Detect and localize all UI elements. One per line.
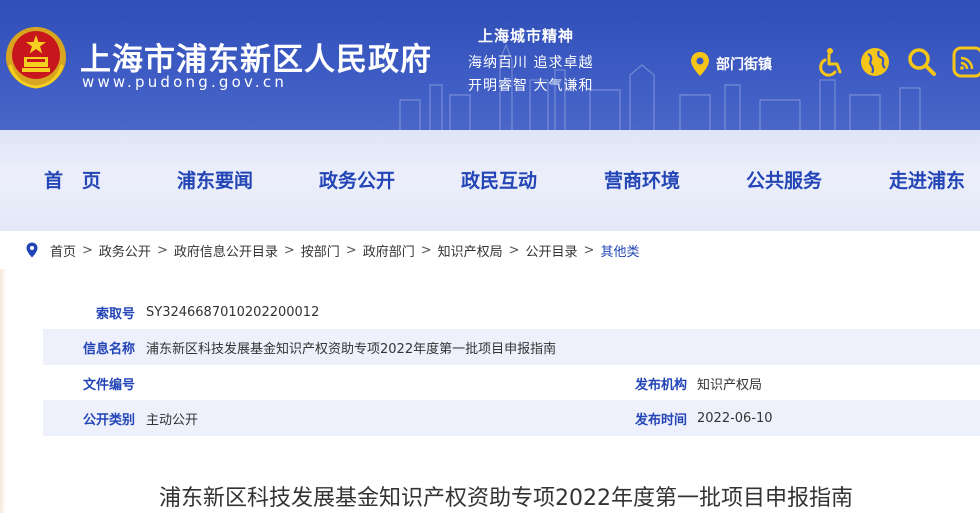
publisher-label: 发布机构 bbox=[634, 377, 687, 393]
info-row-title: 信息名称 浦东新区科技发展基金知识产权资助专项2022年度第一批项目申报指南 bbox=[43, 329, 980, 365]
departments-towns-link[interactable]: 部门街镇 bbox=[690, 49, 772, 79]
info-name-value: 浦东新区科技发展基金知识产权资助专项2022年度第一批项目申报指南 bbox=[146, 341, 557, 357]
breadcrumb-current-other[interactable]: 其他类 bbox=[600, 241, 639, 260]
breadcrumb-public-directory[interactable]: 公开目录 bbox=[526, 241, 578, 260]
breadcrumb-separator: > bbox=[583, 242, 595, 258]
breadcrumb-separator: > bbox=[283, 242, 295, 258]
breadcrumb-home[interactable]: 首页 bbox=[50, 241, 76, 260]
city-spirit-line-1: 海纳百川 追求卓越 bbox=[468, 55, 594, 71]
globe-icon[interactable] bbox=[859, 46, 891, 78]
nav-pudong-news[interactable]: 浦东要闻 bbox=[177, 166, 253, 193]
city-spirit-line-2: 开明睿智 大气谦和 bbox=[468, 78, 594, 94]
breadcrumb-separator: > bbox=[508, 242, 520, 258]
departments-towns-label: 部门街镇 bbox=[716, 57, 772, 73]
breadcrumb-separator: > bbox=[82, 242, 93, 258]
rss-icon[interactable] bbox=[952, 46, 980, 78]
site-header: 上海市浦东新区人民政府 www.pudong.gov.cn 上海城市精神 海纳百… bbox=[0, 0, 980, 130]
category-value: 主动公开 bbox=[146, 412, 199, 428]
breadcrumb-government-affairs[interactable]: 政务公开 bbox=[99, 241, 151, 260]
category-label: 公开类别 bbox=[82, 412, 135, 428]
national-emblem-icon bbox=[6, 27, 66, 89]
nav-home[interactable]: 首 页 bbox=[44, 166, 101, 193]
accessibility-icon[interactable] bbox=[813, 46, 845, 78]
info-name-label: 信息名称 bbox=[82, 341, 135, 357]
breadcrumb-by-department[interactable]: 按部门 bbox=[301, 241, 340, 260]
info-row-category: 公开类别 主动公开 发布时间 2022-06-10 bbox=[43, 400, 980, 436]
search-icon[interactable] bbox=[906, 46, 938, 78]
main-nav: 首 页 浦东要闻 政务公开 政民互动 营商环境 公共服务 走进浦东 bbox=[0, 130, 980, 231]
index-value: SY3246687010202200012 bbox=[146, 304, 320, 320]
city-spirit-title: 上海城市精神 bbox=[478, 27, 575, 45]
index-label: 索取号 bbox=[95, 306, 135, 322]
breadcrumb-separator: > bbox=[345, 242, 357, 258]
article-title: 浦东新区科技发展基金知识产权资助专项2022年度第一批项目申报指南 bbox=[159, 486, 853, 511]
publisher-value: 知识产权局 bbox=[697, 377, 763, 393]
nav-public-services[interactable]: 公共服务 bbox=[746, 166, 822, 193]
nav-about-pudong[interactable]: 走进浦东 bbox=[889, 166, 965, 193]
breadcrumb-ip-bureau[interactable]: 知识产权局 bbox=[438, 241, 503, 260]
info-row-docno: 文件编号 发布机构 知识产权局 bbox=[43, 365, 980, 401]
left-edge-decoration bbox=[0, 269, 6, 513]
nav-government-affairs[interactable]: 政务公开 bbox=[319, 166, 395, 193]
location-pin-icon bbox=[691, 52, 709, 76]
nav-interaction[interactable]: 政民互动 bbox=[461, 166, 537, 193]
nav-business-environment[interactable]: 营商环境 bbox=[604, 166, 680, 193]
publish-date-label: 发布时间 bbox=[634, 412, 687, 428]
location-pin-icon bbox=[26, 242, 38, 258]
breadcrumb-government-departments[interactable]: 政府部门 bbox=[363, 241, 415, 260]
publish-date-value: 2022-06-10 bbox=[697, 410, 773, 426]
breadcrumb-info-directory[interactable]: 政府信息公开目录 bbox=[174, 241, 278, 260]
info-row-index: 索取号 SY3246687010202200012 bbox=[43, 294, 508, 330]
breadcrumb: 首页 > 政务公开 > 政府信息公开目录 > 按部门 > 政府部门 > 知识产权… bbox=[0, 231, 980, 269]
doc-number-label: 文件编号 bbox=[82, 377, 135, 393]
site-url[interactable]: www.pudong.gov.cn bbox=[82, 73, 287, 91]
breadcrumb-separator: > bbox=[156, 242, 168, 258]
breadcrumb-separator: > bbox=[420, 242, 432, 258]
